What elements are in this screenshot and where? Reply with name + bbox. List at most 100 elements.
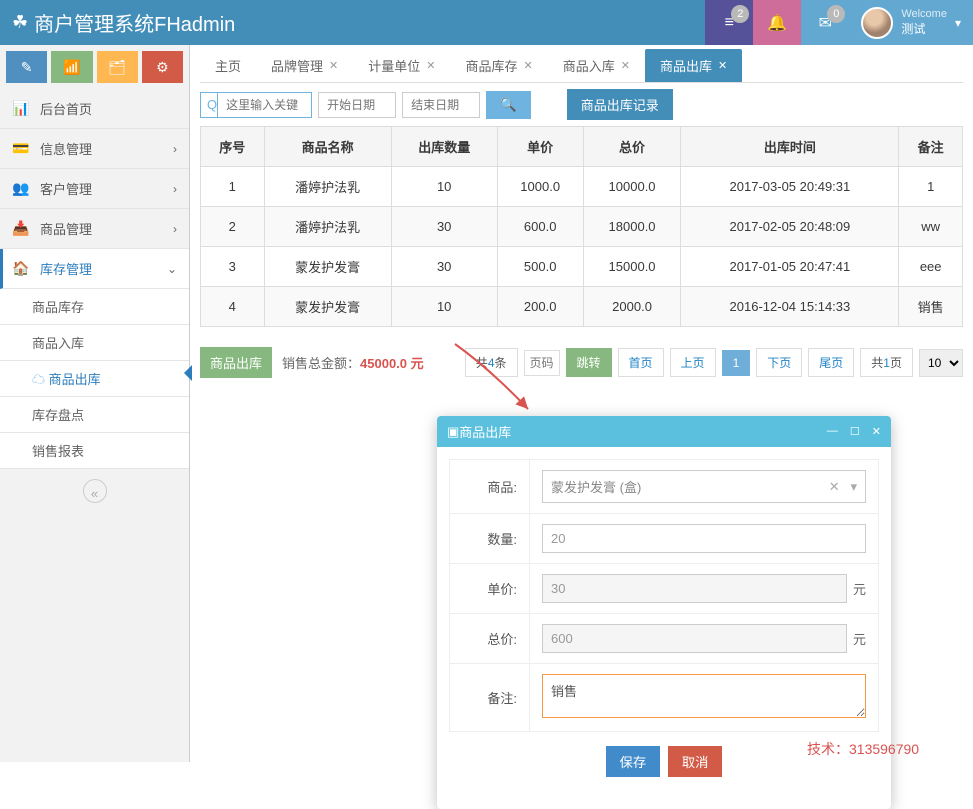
tab-close-icon[interactable]: ✕ [426,59,435,72]
price-input[interactable] [542,574,847,603]
sidebar-item-4[interactable]: 🏠库存管理⌄ [0,249,189,289]
tab-5[interactable]: 商品出库✕ [645,49,742,82]
end-date-input[interactable] [402,92,480,118]
minimize-icon[interactable]: — [827,425,838,438]
column-header: 序号 [201,127,265,167]
sidebar-collapse-button[interactable]: « [83,479,107,503]
brand-text: 商户管理系统FHadmin [34,8,235,37]
cloud-icon: ☁ [32,372,49,387]
nav-icon: 📥 [12,220,32,237]
price-label: 单价: [450,564,530,614]
brand: ☘ 商户管理系统FHadmin [0,8,235,37]
sidebar-item-2[interactable]: 👥客户管理› [0,169,189,209]
chevron-icon: ⌄ [167,262,177,276]
total-amount: 45000.0 元 [360,353,424,372]
chevron-icon: › [173,222,177,236]
tab-3[interactable]: 商品库存✕ [450,49,547,82]
tasks-badge: 2 [731,5,749,23]
product-select[interactable]: 蒙发护发膏 (盒)✕ ▾ [542,470,866,503]
shortcut-stats[interactable]: 📶 [51,51,92,83]
column-header: 出库数量 [391,127,497,167]
tab-bar: 主页品牌管理✕计量单位✕商品库存✕商品入库✕商品出库✕ [200,49,963,83]
modal-icon: ▣ [447,424,459,440]
page-next[interactable]: 下页 [756,348,802,377]
content: 主页品牌管理✕计量单位✕商品库存✕商品入库✕商品出库✕ Q 🔍 商品出库记录 序… [190,45,973,762]
total-unit: 元 [853,629,866,648]
messages-button[interactable]: ✉0 [801,0,849,45]
user-menu[interactable]: Welcome 测试 ▾ [849,0,973,45]
shortcut-users[interactable]: 🗂 [97,51,138,83]
qty-label: 数量: [450,514,530,564]
start-date-input[interactable] [318,92,396,118]
sidebar-shortcuts: ✎ 📶 🗂 ⚙ [0,45,189,89]
chevron-icon: › [173,142,177,156]
tab-4[interactable]: 商品入库✕ [548,49,645,82]
tab-0[interactable]: 主页 [200,49,256,82]
table-row[interactable]: 2潘婷护法乳30600.018000.02017-02-05 20:48:09w… [201,207,963,247]
page-count: 共4条 [465,348,518,377]
maximize-icon[interactable]: ☐ [850,425,860,438]
tab-2[interactable]: 计量单位✕ [353,49,450,82]
sidebar-item-3[interactable]: 📥商品管理› [0,209,189,249]
welcome-text: Welcome [901,8,947,20]
nav-icon: 🏠 [12,260,32,277]
page-first[interactable]: 首页 [618,348,664,377]
nav-icon: 💳 [12,140,32,157]
bottom-bar: 商品出库 销售总金额： 45000.0 元 共4条 跳转 首页 上页 1 下页 … [200,347,963,378]
page-last[interactable]: 尾页 [808,348,854,377]
sidebar-item-1[interactable]: 💳信息管理› [0,129,189,169]
column-header: 总价 [583,127,681,167]
page-size-select[interactable]: 10 [919,349,963,377]
tab-close-icon[interactable]: ✕ [329,59,338,72]
caret-down-icon: ▾ [955,16,961,30]
username: 测试 [901,20,947,37]
sub-item-0[interactable]: 商品库存 [0,289,189,325]
column-header: 备注 [899,127,963,167]
shortcut-settings[interactable]: ⚙ [142,51,183,83]
leaf-icon: ☘ [12,12,28,33]
table-row[interactable]: 4蒙发护发膏10200.02000.02016-12-04 15:14:33销售 [201,287,963,327]
modal-header[interactable]: ▣ 商品出库 — ☐ ✕ [437,416,891,447]
remark-textarea[interactable]: 销售 [542,674,866,718]
sidebar: ✎ 📶 🗂 ⚙ 📊后台首页💳信息管理›👥客户管理›📥商品管理›🏠库存管理⌄ 商品… [0,45,190,762]
sidebar-item-0[interactable]: 📊后台首页 [0,89,189,129]
chevron-icon: › [173,182,177,196]
data-table: 序号商品名称出库数量单价总价出库时间备注 1潘婷护法乳101000.010000… [200,126,963,327]
qty-input[interactable] [542,524,866,553]
price-unit: 元 [853,579,866,598]
close-icon[interactable]: ✕ [872,425,881,438]
sub-item-4[interactable]: 销售报表 [0,433,189,469]
search-input[interactable] [217,92,312,118]
sub-item-3[interactable]: 库存盘点 [0,397,189,433]
tasks-button[interactable]: ≡2 [705,0,753,45]
page-jump-button[interactable]: 跳转 [566,348,612,377]
sub-item-2[interactable]: ☁ 商品出库 [0,361,189,397]
product-label: 商品: [450,460,530,514]
tech-note: 技术：313596790 [807,739,919,759]
tab-1[interactable]: 品牌管理✕ [256,49,353,82]
nav-icon: 👥 [12,180,32,197]
page-prev[interactable]: 上页 [670,348,716,377]
filter-bar: Q 🔍 商品出库记录 [200,89,963,120]
table-row[interactable]: 3蒙发护发膏30500.015000.02017-01-05 20:47:41e… [201,247,963,287]
total-label: 销售总金额： [282,353,360,372]
top-bar: ☘ 商户管理系统FHadmin ≡2 🔔 ✉0 Welcome 测试 ▾ [0,0,973,45]
pagination: 共4条 跳转 首页 上页 1 下页 尾页 共1页 10 [465,348,963,377]
shortcut-edit[interactable]: ✎ [6,51,47,83]
tab-close-icon[interactable]: ✕ [621,59,630,72]
column-header: 单价 [497,127,583,167]
table-row[interactable]: 1潘婷护法乳101000.010000.02017-03-05 20:49:31… [201,167,963,207]
search-button[interactable]: 🔍 [486,91,531,119]
nav-icon: 📊 [12,100,32,117]
top-right: ≡2 🔔 ✉0 Welcome 测试 ▾ [705,0,973,45]
total-input [542,624,847,653]
tab-close-icon[interactable]: ✕ [524,59,533,72]
sub-item-1[interactable]: 商品入库 [0,325,189,361]
page-current[interactable]: 1 [722,350,751,376]
column-header: 商品名称 [264,127,391,167]
outbound-button[interactable]: 商品出库 [200,347,272,378]
tab-close-icon[interactable]: ✕ [718,59,727,72]
outbound-record-button[interactable]: 商品出库记录 [567,89,673,120]
page-input[interactable] [524,350,560,376]
notifications-button[interactable]: 🔔 [753,0,801,45]
